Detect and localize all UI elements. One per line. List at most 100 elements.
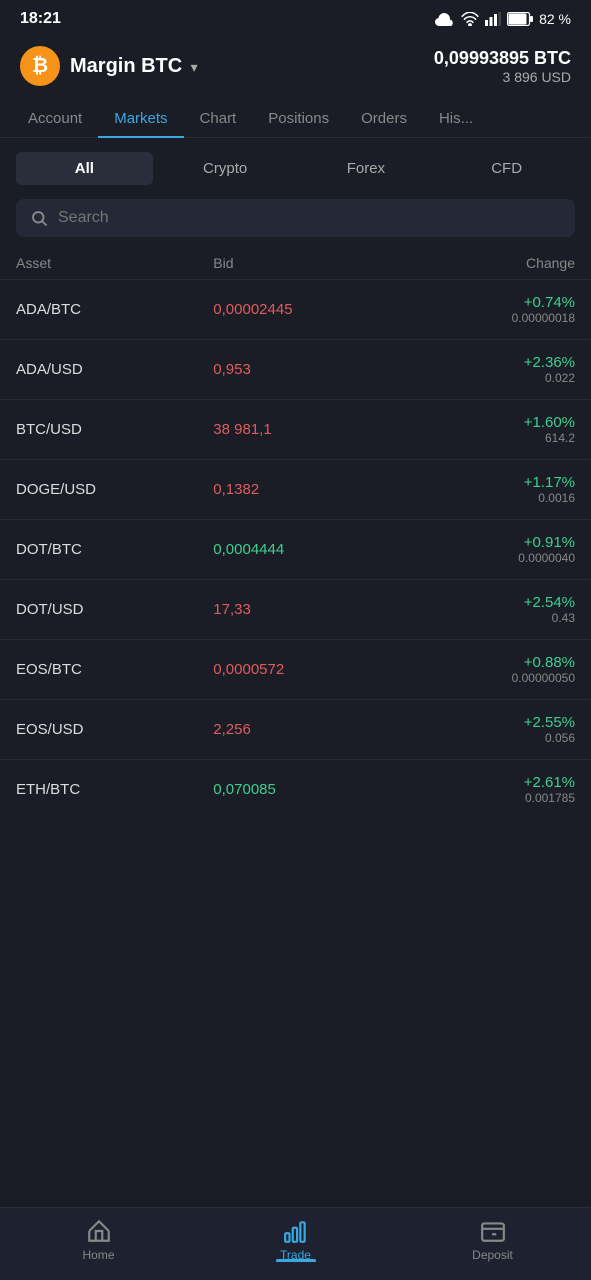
asset-name: ADA/BTC xyxy=(16,301,213,318)
asset-name: DOGE/USD xyxy=(16,481,213,498)
asset-name: DOT/USD xyxy=(16,601,213,618)
bid-value: 17,33 xyxy=(213,601,410,618)
change-col: +2.61% 0.001785 xyxy=(411,774,575,805)
change-col: +2.36% 0.022 xyxy=(411,354,575,385)
col-header-asset: Asset xyxy=(16,255,213,271)
deposit-icon xyxy=(480,1218,506,1244)
trade-icon xyxy=(283,1218,309,1244)
change-abs: 614.2 xyxy=(411,431,575,445)
status-bar: 18:21 82 % xyxy=(0,0,591,36)
deposit-label: Deposit xyxy=(472,1248,513,1262)
table-row[interactable]: DOGE/USD 0,1382 +1.17% 0.0016 xyxy=(0,459,591,519)
home-icon xyxy=(86,1218,112,1244)
nav-tabs: Account Markets Chart Positions Orders H… xyxy=(0,100,591,138)
table-row[interactable]: EOS/BTC 0,0000572 +0.88% 0.00000050 xyxy=(0,639,591,699)
header: ₿ Margin BTC ▾ 0,09993895 BTC 3 896 USD xyxy=(0,36,591,100)
change-pct: +2.54% xyxy=(411,594,575,611)
change-col: +2.55% 0.056 xyxy=(411,714,575,745)
market-list: ADA/BTC 0,00002445 +0.74% 0.00000018 ADA… xyxy=(0,279,591,819)
filter-bar: All Crypto Forex CFD xyxy=(0,138,591,199)
tab-markets[interactable]: Markets xyxy=(98,100,183,137)
header-left: ₿ Margin BTC ▾ xyxy=(20,46,198,86)
change-abs: 0.00000018 xyxy=(411,311,575,325)
change-col: +0.88% 0.00000050 xyxy=(411,654,575,685)
bid-value: 0,070085 xyxy=(213,781,410,798)
change-pct: +1.17% xyxy=(411,474,575,491)
table-row[interactable]: ADA/USD 0,953 +2.36% 0.022 xyxy=(0,339,591,399)
table-header: Asset Bid Change xyxy=(0,247,591,279)
bid-value: 0,953 xyxy=(213,361,410,378)
tab-orders[interactable]: Orders xyxy=(345,100,423,137)
change-abs: 0.00000050 xyxy=(411,671,575,685)
table-row[interactable]: DOT/BTC 0,0004444 +0.91% 0.0000040 xyxy=(0,519,591,579)
filter-forex[interactable]: Forex xyxy=(298,152,435,185)
change-col: +0.74% 0.00000018 xyxy=(411,294,575,325)
filter-crypto[interactable]: Crypto xyxy=(157,152,294,185)
change-pct: +1.60% xyxy=(411,414,575,431)
filter-all[interactable]: All xyxy=(16,152,153,185)
asset-name: ADA/USD xyxy=(16,361,213,378)
battery-icon xyxy=(507,12,533,26)
bottom-nav: Home Trade Deposit xyxy=(0,1207,591,1280)
bid-value: 0,1382 xyxy=(213,481,410,498)
dropdown-arrow-icon[interactable]: ▾ xyxy=(191,59,198,75)
change-col: +2.54% 0.43 xyxy=(411,594,575,625)
btc-avatar: ₿ xyxy=(20,46,60,86)
bid-value: 0,0000572 xyxy=(213,661,410,678)
tab-positions[interactable]: Positions xyxy=(252,100,345,137)
home-label: Home xyxy=(82,1248,114,1262)
search-input[interactable] xyxy=(58,209,561,227)
signal-icon xyxy=(485,12,501,26)
asset-name: EOS/USD xyxy=(16,721,213,738)
asset-name: ETH/BTC xyxy=(16,781,213,798)
change-pct: +2.61% xyxy=(411,774,575,791)
bottom-nav-home[interactable]: Home xyxy=(0,1218,197,1262)
col-header-change: Change xyxy=(411,255,575,271)
bid-value: 2,256 xyxy=(213,721,410,738)
change-abs: 0.001785 xyxy=(411,791,575,805)
account-info: Margin BTC ▾ xyxy=(70,55,198,78)
change-col: +0.91% 0.0000040 xyxy=(411,534,575,565)
col-header-bid: Bid xyxy=(213,255,410,271)
asset-name: DOT/BTC xyxy=(16,541,213,558)
battery-percent: 82 % xyxy=(539,11,571,27)
change-col: +1.17% 0.0016 xyxy=(411,474,575,505)
tab-account[interactable]: Account xyxy=(12,100,98,137)
change-abs: 0.43 xyxy=(411,611,575,625)
change-pct: +0.74% xyxy=(411,294,575,311)
cloud-icon xyxy=(435,12,455,26)
filter-cfd[interactable]: CFD xyxy=(438,152,575,185)
change-pct: +0.88% xyxy=(411,654,575,671)
active-indicator xyxy=(276,1259,316,1262)
table-row[interactable]: BTC/USD 38 981,1 +1.60% 614.2 xyxy=(0,399,591,459)
tab-chart[interactable]: Chart xyxy=(184,100,253,137)
bid-value: 38 981,1 xyxy=(213,421,410,438)
table-row[interactable]: EOS/USD 2,256 +2.55% 0.056 xyxy=(0,699,591,759)
change-abs: 0.0000040 xyxy=(411,551,575,565)
table-row[interactable]: DOT/USD 17,33 +2.54% 0.43 xyxy=(0,579,591,639)
table-row[interactable]: ADA/BTC 0,00002445 +0.74% 0.00000018 xyxy=(0,279,591,339)
account-name: Margin BTC xyxy=(70,55,182,77)
bottom-nav-trade[interactable]: Trade xyxy=(197,1218,394,1262)
change-abs: 0.0016 xyxy=(411,491,575,505)
change-col: +1.60% 614.2 xyxy=(411,414,575,445)
header-balance: 0,09993895 BTC 3 896 USD xyxy=(434,48,571,85)
search-bar xyxy=(16,199,575,237)
balance-usd: 3 896 USD xyxy=(434,69,571,85)
bid-value: 0,0004444 xyxy=(213,541,410,558)
bid-value: 0,00002445 xyxy=(213,301,410,318)
change-pct: +0.91% xyxy=(411,534,575,551)
asset-name: EOS/BTC xyxy=(16,661,213,678)
wifi-icon xyxy=(461,12,479,26)
tab-history[interactable]: His... xyxy=(423,100,489,137)
bottom-nav-deposit[interactable]: Deposit xyxy=(394,1218,591,1262)
balance-btc: 0,09993895 BTC xyxy=(434,48,571,69)
status-time: 18:21 xyxy=(20,10,61,28)
change-abs: 0.022 xyxy=(411,371,575,385)
asset-name: BTC/USD xyxy=(16,421,213,438)
change-pct: +2.55% xyxy=(411,714,575,731)
status-icons: 82 % xyxy=(435,11,571,27)
change-pct: +2.36% xyxy=(411,354,575,371)
search-icon xyxy=(30,209,48,227)
table-row[interactable]: ETH/BTC 0,070085 +2.61% 0.001785 xyxy=(0,759,591,819)
